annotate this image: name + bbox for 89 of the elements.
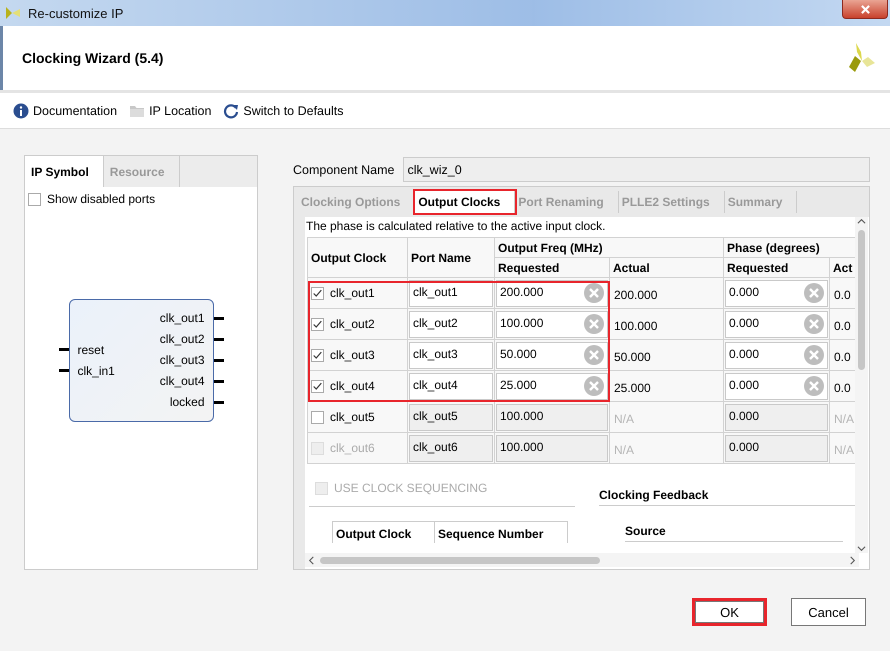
- table-cell-text: 50.000: [613, 349, 652, 364]
- toolbar-button[interactable]: Switch to Defaults: [223, 102, 344, 118]
- column-header: Output Clock: [308, 238, 408, 278]
- table-cell-text: 0.0: [833, 318, 852, 333]
- table-cell-text: N/A: [613, 411, 636, 426]
- column-header: Sequence Number: [434, 522, 546, 543]
- column-header: Port Name: [408, 238, 494, 278]
- port-label: clk_out3: [160, 353, 204, 367]
- clock-label: clk_out1: [330, 286, 375, 300]
- checkbox[interactable]: [311, 286, 324, 300]
- clear-icon[interactable]: [804, 345, 824, 365]
- checkbox[interactable]: [311, 380, 324, 392]
- input-field[interactable]: clk_out5: [409, 404, 493, 430]
- toolbar-button[interactable]: IP Location: [129, 102, 212, 118]
- checkbox[interactable]: [28, 192, 41, 206]
- column-header: Requested: [724, 258, 830, 278]
- input-field[interactable]: clk_out3: [409, 342, 493, 368]
- clock-label: clk_out6: [330, 441, 375, 455]
- dialog-button[interactable]: OK: [692, 598, 767, 626]
- input-field[interactable]: 0.000: [725, 342, 828, 368]
- checkbox-label: Show disabled ports: [47, 192, 156, 206]
- port-label: clk_out4: [160, 374, 204, 388]
- scroll-thumb[interactable]: [858, 230, 865, 370]
- clear-icon[interactable]: [804, 283, 824, 303]
- column-header: Act: [830, 258, 855, 278]
- clock-label: clk_out5: [330, 410, 375, 424]
- clear-icon[interactable]: [804, 376, 824, 396]
- checkbox[interactable]: [311, 410, 324, 424]
- table-cell-text: 0.0: [833, 380, 852, 395]
- port-label: clk_out2: [160, 332, 204, 346]
- port-label: locked: [170, 395, 204, 409]
- input-field[interactable]: 0.000: [725, 372, 828, 400]
- column-header: Requested: [494, 258, 610, 278]
- input-field[interactable]: 100.000: [496, 310, 608, 338]
- window-title: Re-customize IP: [28, 6, 124, 20]
- clear-icon[interactable]: [584, 376, 604, 396]
- clock-label: clk_out2: [330, 317, 375, 331]
- checkbox-label: USE CLOCK SEQUENCING: [334, 481, 488, 495]
- input-field[interactable]: 25.000: [496, 372, 608, 400]
- info-text: The phase is calculated relative to the active input clock.: [305, 218, 606, 235]
- column-header: Output Clock: [335, 526, 412, 543]
- table-cell-text: 200.000: [613, 287, 658, 302]
- clear-icon[interactable]: [584, 314, 604, 334]
- checkbox[interactable]: [311, 318, 324, 330]
- input-field[interactable]: clk_out4: [409, 372, 493, 400]
- column-header: Output Freq (MHz): [494, 238, 724, 258]
- table-cell-text: N/A: [833, 411, 855, 426]
- column-header: Actual: [610, 258, 724, 278]
- dialog-button[interactable]: Cancel: [791, 598, 866, 626]
- table-cell-text: 25.000: [613, 380, 652, 395]
- toolbar-button[interactable]: Documentation: [13, 102, 118, 118]
- section-title: Clocking Feedback: [599, 478, 855, 506]
- section-title: Source: [625, 524, 843, 542]
- field-label: Component Name: [293, 162, 394, 176]
- panel-tab[interactable]: IP Symbol: [25, 156, 104, 187]
- column-header: Phase (degrees): [724, 238, 855, 258]
- input-field[interactable]: 200.000: [496, 280, 608, 306]
- clock-label: clk_out3: [330, 348, 375, 362]
- clock-label: clk_out4: [330, 379, 375, 393]
- info-icon: [13, 102, 29, 118]
- input-field[interactable]: 50.000: [496, 342, 608, 368]
- clear-icon[interactable]: [584, 283, 604, 303]
- app-logo-icon: [4, 5, 22, 21]
- input-field[interactable]: clk_out1: [409, 280, 493, 306]
- table-cell-text: N/A: [833, 442, 855, 457]
- tab[interactable]: Output Clocks: [415, 191, 516, 213]
- input-field[interactable]: 0.000: [725, 280, 828, 306]
- port-label: clk_in1: [78, 364, 115, 378]
- horizontal-scrollbar[interactable]: [305, 553, 859, 567]
- clear-icon[interactable]: [584, 345, 604, 365]
- input-field[interactable]: 100.000: [496, 404, 608, 430]
- input-field[interactable]: clk_out2: [409, 310, 493, 338]
- input-field[interactable]: 0.000: [725, 404, 828, 430]
- close-button[interactable]: [842, 0, 888, 19]
- vertical-scrollbar[interactable]: [855, 217, 868, 553]
- table-cell-text: 100.000: [613, 318, 658, 333]
- port-label: clk_out1: [160, 311, 204, 325]
- refresh-icon: [223, 102, 240, 118]
- clear-icon[interactable]: [804, 314, 824, 334]
- input-field[interactable]: 0.000: [725, 310, 828, 338]
- checkbox[interactable]: [311, 348, 324, 362]
- table-cell-text: 0.0: [833, 349, 852, 364]
- port-label: reset: [78, 342, 106, 356]
- component-name-field[interactable]: clk_wiz_0: [403, 157, 870, 182]
- table-cell-text: N/A: [613, 442, 636, 457]
- wizard-title: Clocking Wizard (5.4): [22, 50, 164, 66]
- close-icon: [860, 4, 870, 14]
- table-cell-text: 0.0: [833, 287, 852, 302]
- scroll-thumb[interactable]: [320, 556, 600, 564]
